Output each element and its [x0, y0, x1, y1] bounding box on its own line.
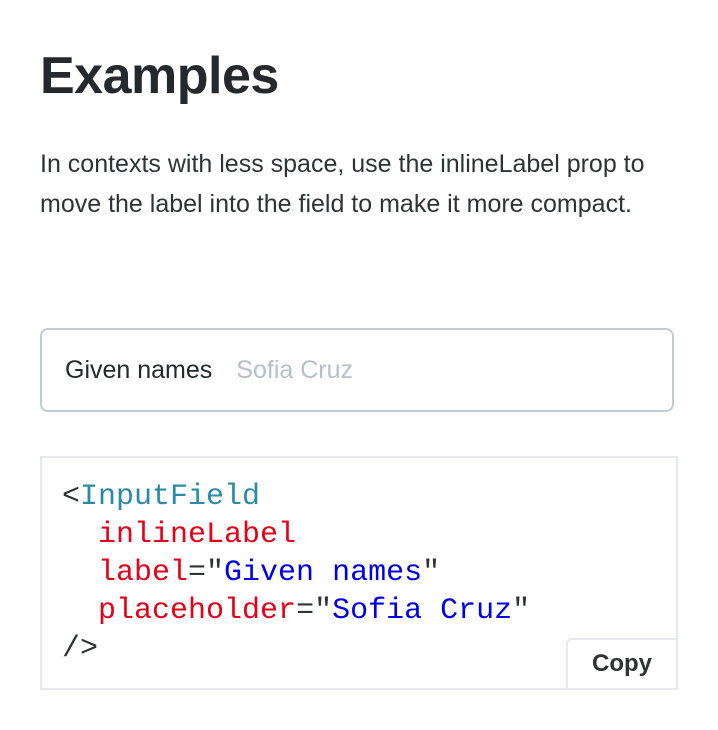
copy-button[interactable]: Copy [566, 638, 678, 690]
given-names-field[interactable]: Given names [40, 328, 674, 412]
code-component-name: InputField [80, 480, 261, 514]
code-equals-quote: =" [188, 556, 225, 590]
code-placeholder-value: Sofia Cruz [332, 594, 513, 628]
given-names-input[interactable] [236, 355, 617, 385]
code-snippet: <InputField inlineLabel label="Given nam… [62, 478, 530, 668]
code-attr-placeholder: placeholder [98, 594, 297, 628]
code-equals-quote: =" [296, 594, 333, 628]
code-attr-inline-label: inlineLabel [98, 518, 297, 552]
code-example: <InputField inlineLabel label="Given nam… [40, 456, 678, 690]
given-names-label: Given names [65, 355, 213, 384]
code-attr-label: label [98, 556, 189, 590]
code-close-quote: " [422, 556, 441, 590]
code-open-bracket: < [62, 480, 81, 514]
code-close-quote: " [512, 594, 531, 628]
section-description: In contexts with less space, use the inl… [40, 150, 645, 218]
code-self-close: /> [62, 632, 99, 666]
section-heading: Examples [40, 47, 279, 105]
code-label-value: Given names [224, 556, 423, 590]
